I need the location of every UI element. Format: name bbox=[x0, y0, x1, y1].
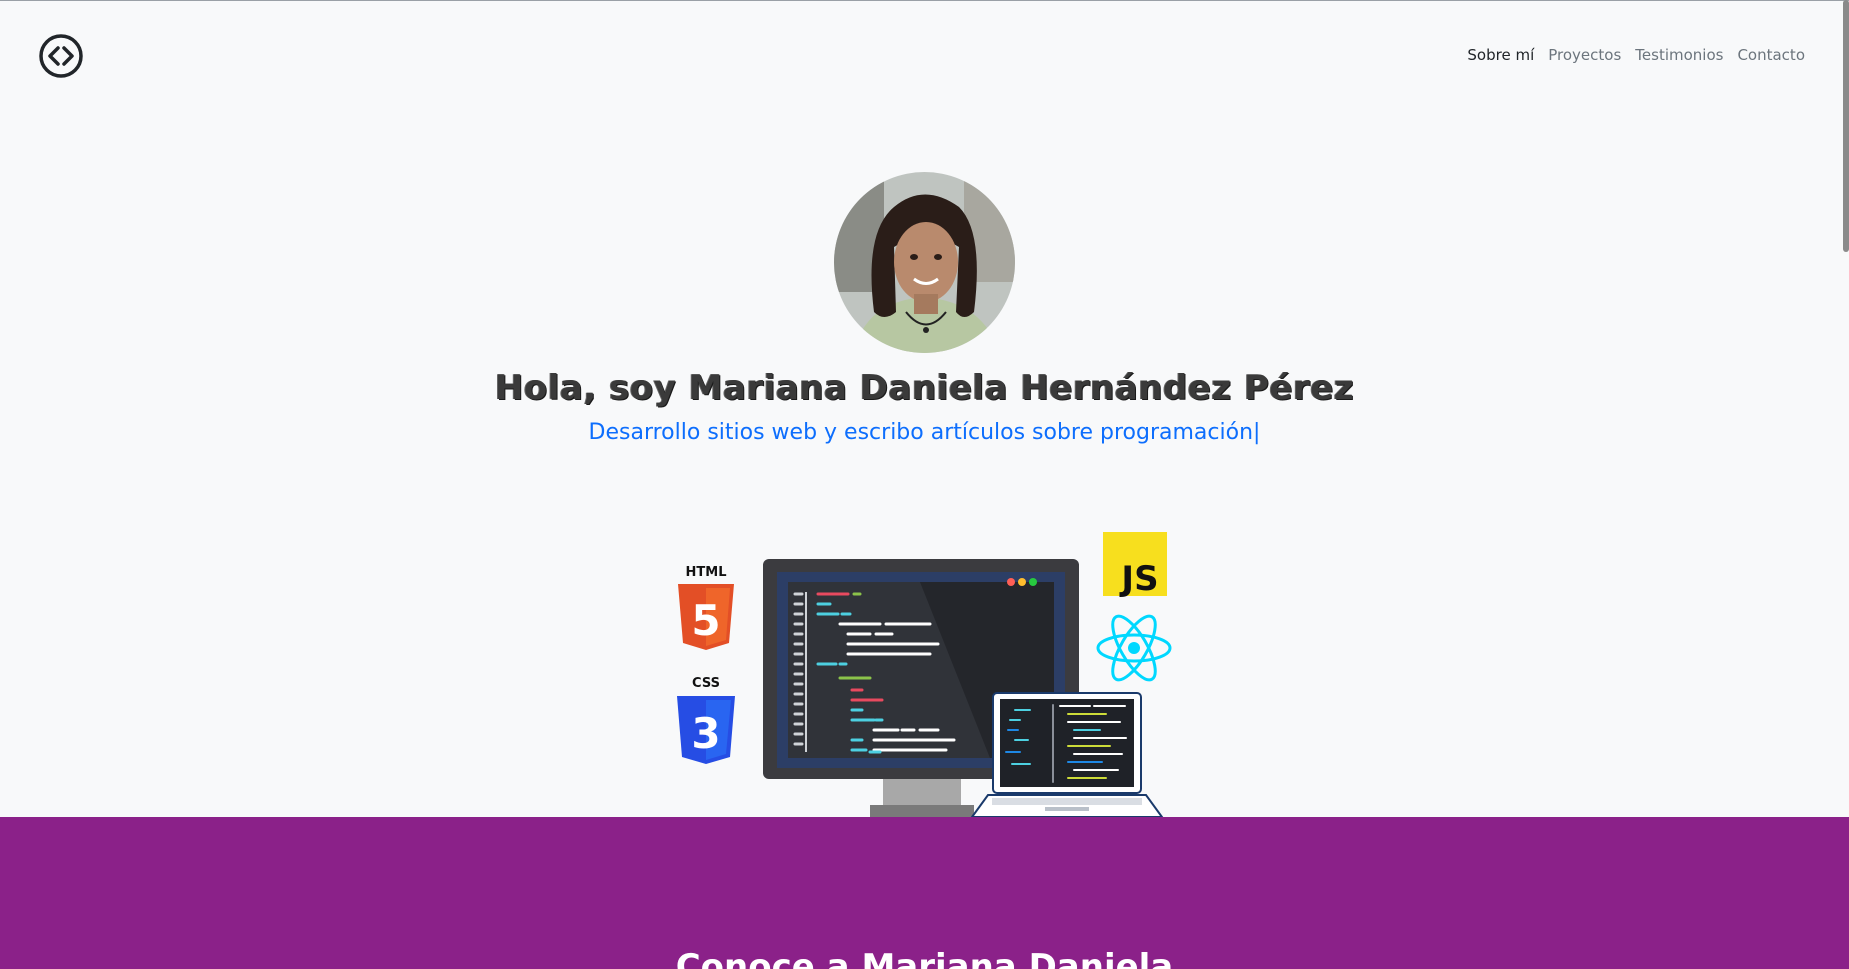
html-badge-number: 5 bbox=[691, 596, 720, 645]
nav-link-proyectos[interactable]: Proyectos bbox=[1548, 46, 1621, 64]
typing-caret: | bbox=[1253, 420, 1261, 445]
nav-link-sobre-mi[interactable]: Sobre mí bbox=[1467, 46, 1534, 64]
react-icon bbox=[1096, 614, 1172, 682]
js-badge-label: JS bbox=[1119, 559, 1158, 599]
hero-title: Hola, soy Mariana Daniela Hernández Pére… bbox=[494, 368, 1355, 408]
about-section: Conoce a Mariana Daniela bbox=[0, 817, 1849, 969]
developer-illustration: HTML 5 CSS 3 JS bbox=[677, 532, 1172, 818]
main-nav: Sobre mí Proyectos Testimonios Contacto bbox=[1467, 46, 1805, 64]
hero-subtitle-text: Desarrollo sitios web y escribo artículo… bbox=[588, 420, 1254, 445]
nav-link-contacto[interactable]: Contacto bbox=[1737, 46, 1805, 64]
css3-icon: CSS 3 bbox=[677, 676, 735, 764]
hero-subtitle: Desarrollo sitios web y escribo artículo… bbox=[0, 420, 1849, 445]
css-badge-number: 3 bbox=[691, 709, 720, 758]
scrollbar-thumb[interactable] bbox=[1843, 0, 1849, 252]
profile-avatar bbox=[834, 172, 1015, 353]
html-badge-label: HTML bbox=[686, 565, 727, 580]
javascript-icon: JS bbox=[1103, 532, 1167, 599]
css-badge-label: CSS bbox=[692, 676, 720, 691]
about-section-title: Conoce a Mariana Daniela bbox=[675, 947, 1174, 969]
code-brackets-icon[interactable] bbox=[38, 33, 84, 79]
html5-icon: HTML 5 bbox=[678, 565, 734, 650]
laptop-icon bbox=[970, 692, 1164, 818]
top-border bbox=[0, 0, 1849, 1]
nav-link-testimonios[interactable]: Testimonios bbox=[1635, 46, 1723, 64]
